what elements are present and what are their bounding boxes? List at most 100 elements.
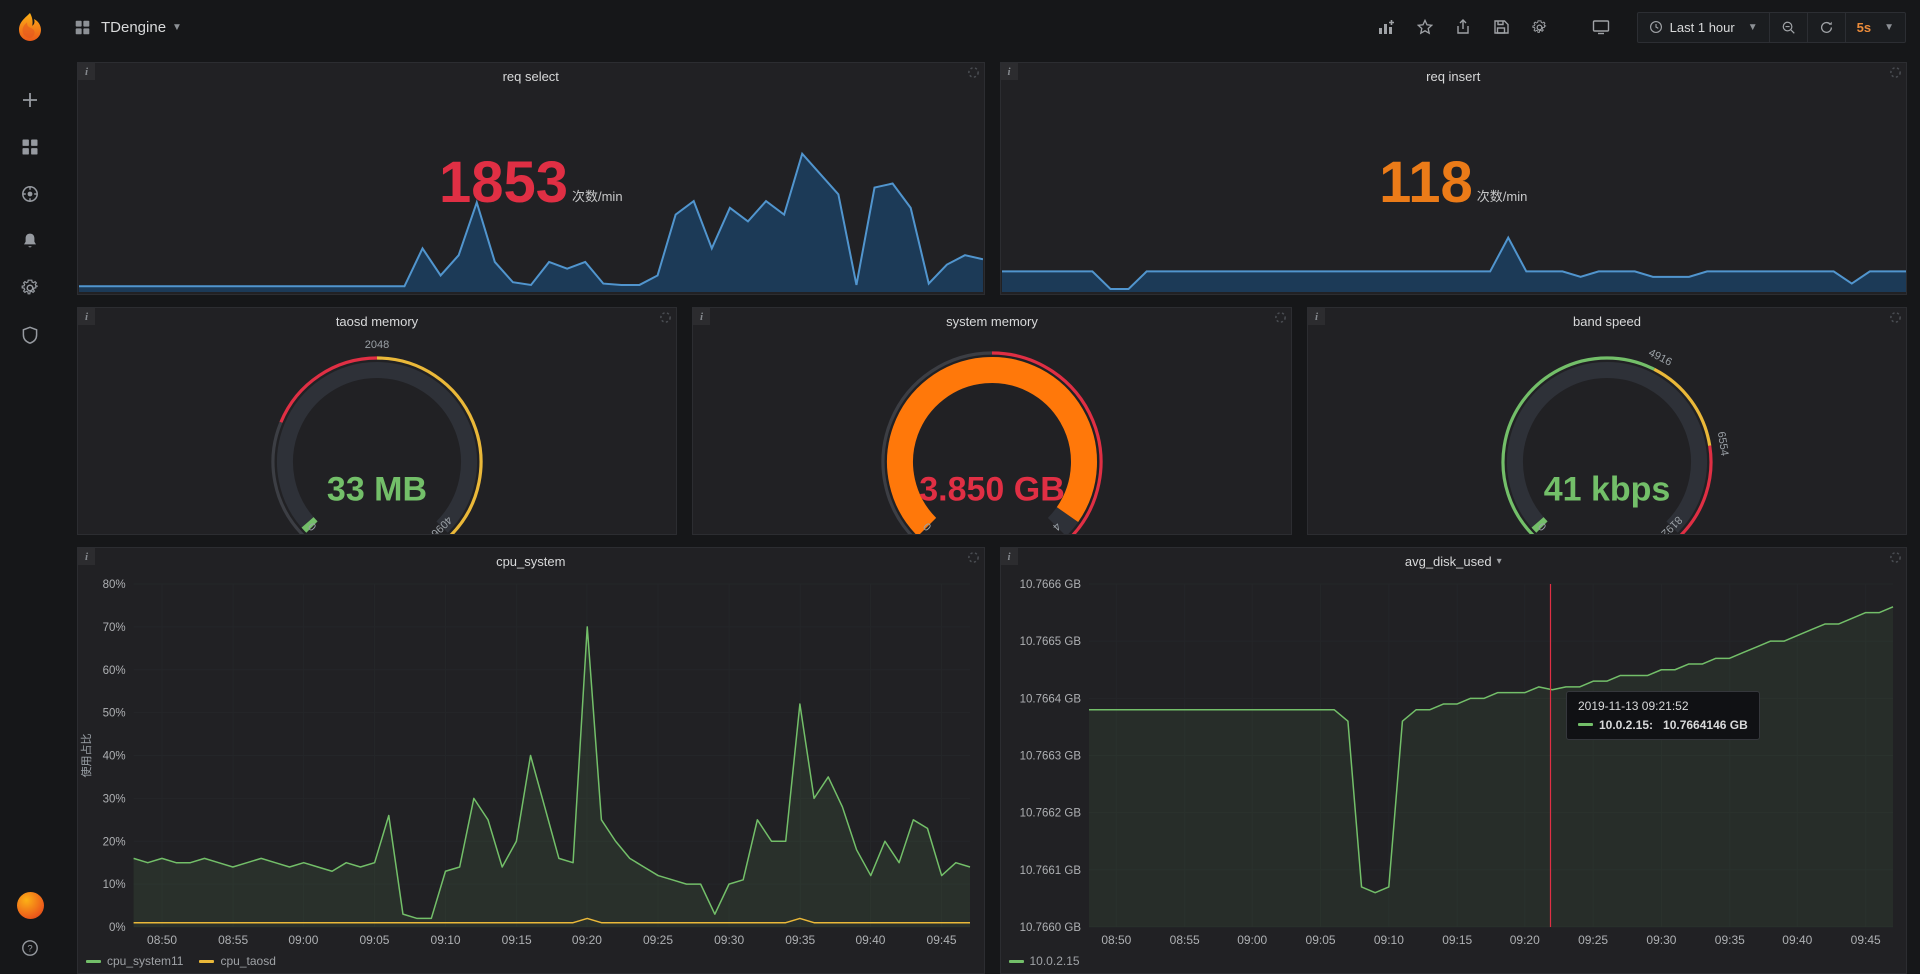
svg-text:09:45: 09:45 (927, 933, 957, 947)
svg-text:30%: 30% (103, 793, 126, 805)
panel-loading-icon (967, 66, 980, 79)
svg-text:08:50: 08:50 (147, 933, 177, 947)
svg-text:09:40: 09:40 (1782, 933, 1812, 947)
band-speed-value: 41 kbps (1308, 471, 1906, 510)
svg-text:80%: 80% (103, 579, 126, 591)
share-button[interactable] (1446, 12, 1480, 42)
svg-text:?: ? (27, 944, 32, 955)
sidebar-item-create[interactable] (18, 88, 42, 112)
panel-loading-icon (659, 311, 672, 324)
chart-tooltip: 2019-11-13 09:21:5210.0.2.15:10.7664146 … (1566, 691, 1760, 740)
time-range-picker[interactable]: Last 1 hour ▼ (1638, 13, 1770, 42)
panel-title[interactable]: cpu_system (78, 548, 984, 574)
dashboard-grid: i req select 1853 次数/min i req insert (60, 54, 1920, 974)
settings-button[interactable] (1522, 12, 1557, 43)
panel-info-icon[interactable]: i (78, 308, 95, 325)
panel-title[interactable]: req insert (1001, 63, 1907, 89)
svg-text:10.7666 GB: 10.7666 GB (1019, 579, 1081, 591)
panel-info-icon[interactable]: i (1308, 308, 1325, 325)
clock-icon (1649, 20, 1663, 34)
svg-text:70%: 70% (103, 622, 126, 634)
panel-system-memory: i system memory 04 3.850 GB (692, 307, 1292, 535)
refresh-interval-caret-icon: ▼ (1884, 22, 1894, 33)
svg-text:09:20: 09:20 (572, 933, 602, 947)
dashboard-title-caret-icon[interactable]: ▼ (172, 22, 182, 33)
avg-disk-used-chart[interactable]: 08:5008:5509:0009:0509:1009:1509:2009:25… (1001, 574, 1907, 951)
svg-text:10.7663 GB: 10.7663 GB (1019, 751, 1081, 763)
panel-taosd-memory: i taosd memory 020484096 33 MB (77, 307, 677, 535)
legend-item[interactable]: cpu_system11 (86, 954, 183, 968)
sidebar-item-dashboards[interactable] (18, 135, 42, 159)
cpu-system-chart[interactable]: 08:5008:5509:0009:0509:1009:1509:2009:25… (78, 574, 984, 951)
panel-loading-icon (1889, 66, 1902, 79)
zoom-out-button[interactable] (1770, 13, 1808, 42)
svg-text:6554: 6554 (1715, 431, 1731, 457)
refresh-interval-label: 5s (1857, 20, 1871, 35)
svg-text:10.7661 GB: 10.7661 GB (1019, 865, 1081, 877)
system-memory-value: 3.850 GB (693, 471, 1291, 510)
refresh-icon (1819, 20, 1834, 35)
svg-text:08:50: 08:50 (1101, 933, 1131, 947)
sidebar-item-configuration[interactable] (18, 276, 42, 300)
svg-text:08:55: 08:55 (218, 933, 248, 947)
sidebar-item-server-admin[interactable] (18, 323, 42, 347)
dashboards-icon (20, 137, 40, 157)
add-panel-button[interactable] (1369, 12, 1404, 42)
svg-text:09:30: 09:30 (1646, 933, 1676, 947)
gear-icon (20, 278, 40, 298)
svg-text:09:15: 09:15 (1442, 933, 1472, 947)
svg-text:10.7665 GB: 10.7665 GB (1019, 636, 1081, 648)
panel-title[interactable]: req select (78, 63, 984, 89)
dashboard-grid-icon (74, 19, 91, 36)
svg-text:08:55: 08:55 (1169, 933, 1199, 947)
req-select-value: 1853 次数/min (439, 154, 623, 212)
panel-info-icon[interactable]: i (1001, 63, 1018, 80)
avg-disk-used-legend: 10.0.2.15 (1009, 952, 1080, 970)
refresh-button[interactable] (1808, 13, 1846, 42)
time-controls: Last 1 hour ▼ 5s ▼ (1637, 12, 1906, 43)
sidebar-item-explore[interactable] (18, 182, 42, 206)
cycle-view-button[interactable] (1583, 12, 1619, 42)
panel-info-icon[interactable]: i (78, 63, 95, 80)
svg-text:10.7664 GB: 10.7664 GB (1019, 693, 1081, 705)
grafana-logo[interactable] (0, 0, 60, 54)
req-select-unit: 次数/min (572, 190, 623, 203)
compass-icon (20, 184, 40, 204)
dashboard-title[interactable]: TDengine (101, 19, 166, 36)
svg-text:09:45: 09:45 (1850, 933, 1880, 947)
panel-loading-icon (967, 551, 980, 564)
svg-text:0%: 0% (109, 922, 126, 934)
refresh-interval-picker[interactable]: 5s ▼ (1846, 13, 1905, 42)
panel-title[interactable]: avg_disk_used ▾ (1001, 548, 1907, 574)
sidebar-item-help[interactable]: ? (18, 936, 42, 960)
svg-text:09:15: 09:15 (502, 933, 532, 947)
legend-item[interactable]: cpu_taosd (199, 954, 275, 968)
svg-text:10.7662 GB: 10.7662 GB (1019, 808, 1081, 820)
panel-info-icon[interactable]: i (693, 308, 710, 325)
panel-title[interactable]: system memory (693, 308, 1291, 334)
svg-text:09:40: 09:40 (855, 933, 885, 947)
svg-text:使用占比: 使用占比 (79, 734, 93, 778)
panel-band-speed: i band speed 0491665548192 41 kbps (1307, 307, 1907, 535)
svg-text:09:05: 09:05 (1305, 933, 1335, 947)
sidebar-item-alerting[interactable] (18, 229, 42, 253)
svg-text:09:25: 09:25 (643, 933, 673, 947)
svg-text:09:10: 09:10 (1373, 933, 1403, 947)
panel-menu-caret-icon[interactable]: ▾ (1497, 556, 1502, 567)
svg-text:10.7660 GB: 10.7660 GB (1019, 922, 1081, 934)
panel-info-icon[interactable]: i (1001, 548, 1018, 565)
star-button[interactable] (1408, 12, 1442, 42)
svg-text:09:35: 09:35 (785, 933, 815, 947)
panel-info-icon[interactable]: i (78, 548, 95, 565)
panel-title[interactable]: band speed (1308, 308, 1906, 334)
req-insert-value: 118 次数/min (1379, 154, 1527, 212)
user-avatar[interactable] (17, 892, 44, 919)
svg-text:4916: 4916 (1646, 347, 1673, 369)
save-button[interactable] (1484, 12, 1518, 42)
panel-cpu-system: i cpu_system 08:5008:5509:0009:0509:1009… (77, 547, 985, 974)
svg-text:10%: 10% (103, 879, 126, 891)
legend-item[interactable]: 10.0.2.15 (1009, 954, 1080, 968)
svg-text:09:00: 09:00 (1237, 933, 1267, 947)
top-navbar: TDengine ▼ Last 1 hour ▼ (0, 0, 1920, 54)
panel-title[interactable]: taosd memory (78, 308, 676, 334)
